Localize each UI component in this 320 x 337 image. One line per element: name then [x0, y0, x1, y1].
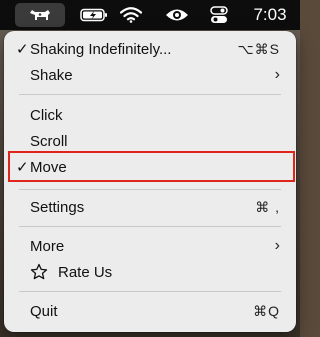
chevron-right-icon: › — [274, 237, 280, 254]
menu-separator — [19, 94, 281, 95]
menu-item-label: Quit — [30, 302, 58, 320]
dropdown-menu: ✓ Shaking Indefinitely... ⌥⌘S Shake › Cl… — [4, 31, 296, 332]
wifi-status-item[interactable] — [120, 0, 142, 30]
menu-item-shaking-indefinitely[interactable]: ✓ Shaking Indefinitely... ⌥⌘S — [10, 37, 290, 61]
control-center-item[interactable] — [210, 0, 228, 30]
menu-item-click[interactable]: Click — [10, 103, 290, 127]
highlight-box — [8, 151, 295, 182]
menu-item-shortcut: ⌘Q — [253, 302, 280, 319]
cow-icon — [30, 10, 50, 20]
eye-icon — [166, 9, 188, 21]
menu-item-label: Shake — [30, 66, 73, 84]
toggle-icon — [210, 6, 228, 23]
menu-item-shake[interactable]: Shake › — [10, 63, 290, 87]
menu-item-label: More — [30, 237, 65, 255]
eye-status-item[interactable] — [164, 0, 190, 30]
menu-item-label: Rate Us — [58, 263, 113, 281]
menu-item-more[interactable]: More › — [10, 234, 290, 258]
checkmark-icon: ✓ — [16, 41, 29, 58]
chevron-right-icon: › — [274, 66, 280, 83]
menu-item-shortcut: ⌥⌘S — [237, 40, 280, 57]
battery-status-item[interactable] — [80, 0, 108, 30]
menu-item-settings[interactable]: Settings ⌘ , — [10, 195, 290, 219]
menu-item-shortcut: ⌘ , — [255, 198, 280, 215]
menu-item-label: Click — [30, 106, 63, 124]
app-status-item[interactable] — [15, 3, 65, 27]
menu-item-scroll[interactable]: Scroll — [10, 129, 290, 153]
menu-item-rate-us[interactable]: Rate Us — [10, 260, 290, 284]
menu-item-quit[interactable]: Quit ⌘Q — [10, 299, 290, 323]
star-outline-icon — [30, 263, 48, 280]
menu-item-label: Settings — [30, 198, 85, 216]
wifi-icon — [120, 7, 142, 23]
menubar-clock[interactable]: 7:03 — [249, 0, 291, 30]
menu-item-label: Scroll — [30, 132, 68, 150]
menu-separator — [19, 189, 281, 190]
menu-bar: 7:03 — [0, 0, 300, 30]
battery-charging-icon — [80, 8, 107, 22]
menu-separator — [19, 291, 281, 292]
menu-item-label: Shaking Indefinitely... — [30, 40, 172, 58]
menu-separator — [19, 226, 281, 227]
